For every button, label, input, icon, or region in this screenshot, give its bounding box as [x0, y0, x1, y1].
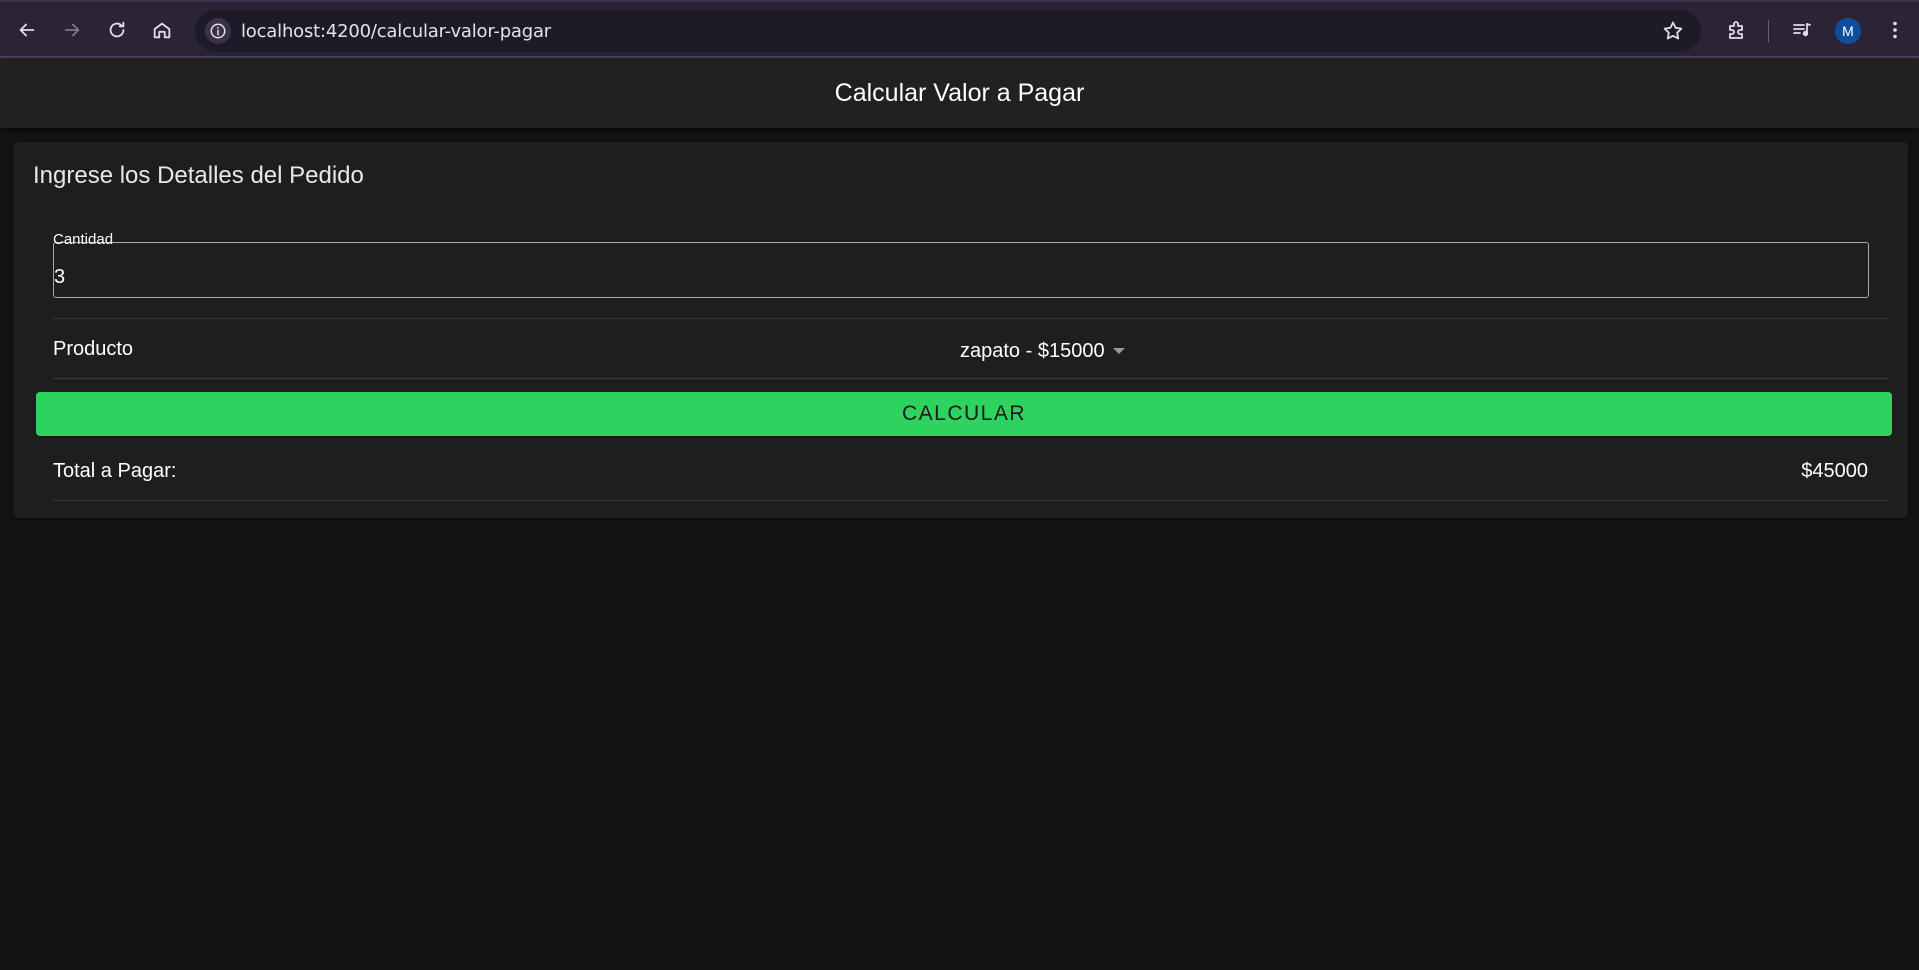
back-button[interactable] [9, 12, 45, 48]
media-queue-icon [1793, 23, 1811, 37]
site-info-button[interactable] [205, 18, 231, 44]
quantity-label: Cantidad [53, 231, 114, 248]
card-title: Ingrese los Detalles del Pedido [33, 162, 364, 189]
browser-toolbar: localhost:4200/calcular-valor-pagar M [0, 0, 1919, 58]
extensions-button[interactable] [1722, 15, 1752, 45]
info-icon [210, 23, 226, 39]
reload-icon [109, 21, 125, 38]
quantity-input[interactable] [53, 242, 1869, 298]
arrow-left-icon [19, 23, 35, 37]
puzzle-icon [1729, 21, 1743, 39]
arrow-right-icon [64, 23, 80, 37]
total-label: Total a Pagar: [53, 460, 177, 482]
address-bar[interactable]: localhost:4200/calcular-valor-pagar [195, 10, 1701, 52]
home-icon [153, 22, 171, 39]
total-value: $45000 [1801, 460, 1868, 482]
divider [53, 318, 1888, 319]
menu-button[interactable] [1880, 15, 1910, 45]
product-select-value[interactable]: zapato - $15000 [960, 340, 1105, 363]
forward-button[interactable] [54, 12, 90, 48]
profile-avatar[interactable]: M [1835, 18, 1861, 44]
order-form-card: Ingrese los Detalles del Pedido Cantidad… [13, 142, 1908, 518]
media-button[interactable] [1787, 15, 1817, 45]
app-toolbar: Calcular Valor a Pagar [0, 58, 1919, 128]
divider [53, 500, 1888, 501]
reload-button[interactable] [99, 12, 135, 48]
caret-down-icon[interactable] [1112, 348, 1125, 354]
divider [53, 378, 1888, 379]
calculate-button[interactable]: CALCULAR [36, 392, 1892, 436]
page-title: Calcular Valor a Pagar [834, 78, 1085, 107]
product-select[interactable]: zapato - $15000 [960, 336, 1125, 366]
url-text[interactable]: localhost:4200/calcular-valor-pagar [241, 21, 551, 42]
product-label: Producto [53, 338, 134, 360]
toolbar-divider [1768, 20, 1769, 42]
home-button[interactable] [144, 12, 180, 48]
star-icon[interactable] [1661, 19, 1685, 43]
kebab-menu-icon [1893, 21, 1897, 39]
